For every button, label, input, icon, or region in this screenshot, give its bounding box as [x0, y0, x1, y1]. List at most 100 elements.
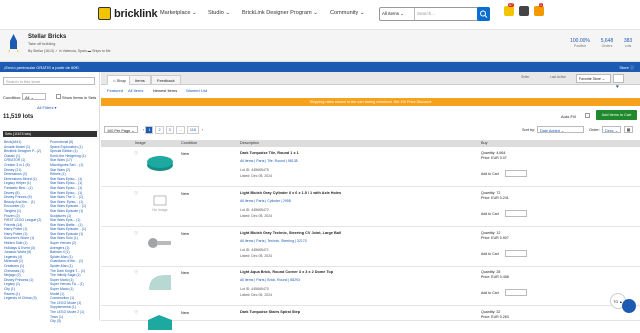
heart-button[interactable]: ♥	[613, 74, 624, 90]
add-items-to-cart-button[interactable]: Add Items to Cart	[596, 110, 637, 120]
page-3-button[interactable]: 3	[165, 126, 174, 134]
tab-items[interactable]: Items	[129, 75, 151, 85]
sidebar-search-input[interactable]: Search in this store	[3, 77, 95, 85]
sort-select[interactable]: Date Added ⌄	[537, 126, 584, 133]
grid-view-toggle[interactable]: ▦	[624, 126, 633, 133]
link-featured[interactable]: Featured	[107, 88, 123, 93]
table-header: Image Condition Description Buy	[101, 140, 640, 147]
category-item[interactable]: Legends of Chima (3)	[4, 296, 50, 301]
item-category-links[interactable]: All Items | Parts | Brick, Round | 88293	[240, 278, 300, 282]
nav-marketplace[interactable]: Marketplace ⌄	[160, 10, 197, 16]
per-page-select[interactable]: 100 Per Page ⌄	[104, 126, 138, 133]
stat-orders: 5,648 Orders	[600, 38, 614, 48]
logo-icon	[98, 7, 111, 20]
favorite-store-button[interactable]: Favorite Store ⌄	[576, 74, 611, 83]
item-category-links[interactable]: All Items | Parts | Technic, Steering | …	[240, 239, 307, 243]
sets-header: Sets (11674 lots)	[3, 131, 97, 137]
link-wanted-list[interactable]: Wanted List	[186, 88, 207, 93]
item-title[interactable]: Light Bluish Gray Cylinder 6 x 6 x 1.5 /…	[240, 191, 341, 195]
heart-icon[interactable]: ♡	[134, 310, 138, 316]
sort-label: Sort by:	[522, 128, 536, 132]
all-filters-link[interactable]: All Filters ▾	[37, 105, 57, 110]
wanted-list-icon[interactable]	[504, 6, 514, 16]
nav-studio[interactable]: Studio ⌄	[208, 10, 230, 16]
heart-icon[interactable]: ♡	[134, 231, 138, 237]
heart-icon: ♥	[616, 84, 619, 90]
item-image[interactable]	[145, 153, 175, 173]
seller-stat: Seller	[521, 75, 530, 79]
search-bar: All items ⌄ Search...	[379, 7, 490, 21]
item-quantity: Quantity: 32	[481, 310, 501, 314]
search-button[interactable]	[477, 7, 490, 21]
table-row: ♡ New Light Aqua Brick, Round Corner 3 x 3…	[101, 266, 640, 306]
teal-round-tile-icon	[145, 156, 175, 174]
search-category-select[interactable]: All items ⌄	[380, 8, 415, 20]
item-listed-date: Listed: Dec 05, 2024	[240, 293, 273, 297]
next-page-button[interactable]: ›	[201, 128, 203, 132]
item-title[interactable]: Dark Turquoise Stairs Spiral Step	[240, 310, 300, 314]
condition-select[interactable]: All ⌄	[22, 93, 46, 100]
quantity-input[interactable]	[505, 170, 527, 177]
table-row: ♡ No Image New Light Bluish Gray Cylinder 6…	[101, 187, 640, 227]
pagination: ‹ 1 2 3... 116 ›	[143, 126, 203, 134]
item-lot-id: Lot ID: 445665475	[240, 168, 269, 172]
item-image[interactable]	[145, 233, 175, 253]
link-all-items[interactable]: All Items	[128, 88, 143, 93]
grid-icon: ▦	[626, 127, 631, 132]
show-sets-checkbox[interactable]	[56, 94, 61, 99]
category-list-1: Brick(4641) Arcade Model (1) Bricklink Des…	[4, 140, 50, 301]
item-condition: New	[181, 310, 190, 315]
cart-icon[interactable]	[534, 6, 544, 16]
no-image-icon: No Image	[145, 195, 175, 214]
item-image[interactable]: No Image	[145, 193, 175, 213]
heart-icon[interactable]: ♡	[134, 191, 138, 197]
tab-feedback[interactable]: Feedback	[151, 75, 181, 85]
svg-text:No Image: No Image	[152, 208, 167, 212]
chat-help-button[interactable]	[622, 299, 636, 313]
promo-banner: ¡Envío peninsular GRATIS a partir de 60€…	[0, 62, 640, 72]
order-label: Order:	[589, 128, 600, 132]
item-listed-date: Listed: Dec 05, 2024	[240, 174, 273, 178]
user-avatar-icon[interactable]	[519, 6, 529, 16]
heart-icon[interactable]: ♡	[134, 270, 138, 276]
store-owner[interactable]: By Stellar (1613) ✓ in Valencia, Spain ▬…	[28, 49, 111, 53]
order-select[interactable]: Desc ⌄	[602, 126, 621, 133]
item-price: Price: EUR 0.458	[481, 275, 509, 279]
page-4-button[interactable]: ...	[175, 126, 185, 134]
item-title[interactable]: Dark Turquoise Tile, Round 1 x 1	[240, 151, 299, 155]
search-input[interactable]: Search...	[417, 11, 435, 16]
page-1-button[interactable]: 1	[145, 126, 154, 134]
col-condition: Condition	[181, 141, 198, 145]
col-image: Image	[135, 141, 146, 145]
item-category-links[interactable]: All Items | Parts | Cylinder | 2958	[240, 199, 291, 203]
store-info-link[interactable]: Store ⓘ	[619, 65, 634, 71]
item-condition: New	[181, 270, 190, 275]
item-price: Price: EUR 0.907	[481, 236, 509, 240]
category-item[interactable]: City (3)	[50, 319, 98, 324]
category-list-2: Promotional (6) Space Exploration (1) Spec…	[50, 140, 98, 324]
table-row: ♡ New Dark Turquoise Tile, Round 1 x 1 All …	[101, 147, 640, 187]
item-image[interactable]	[145, 312, 175, 332]
item-title[interactable]: Light Aqua Brick, Round Corner 3 x 3 x 2…	[240, 270, 333, 274]
item-quantity: Quantity: 12	[481, 231, 501, 235]
condition-label: Condition:	[3, 95, 22, 100]
quantity-input[interactable]	[505, 210, 527, 217]
quantity-input[interactable]	[505, 289, 527, 296]
promo-text: ¡Envío peninsular GRATIS a partir de 60€…	[4, 65, 79, 70]
item-title[interactable]: Light Bluish Gray Technic, Steering CV J…	[240, 231, 341, 235]
nav-community[interactable]: Community ⌄	[330, 10, 365, 16]
last-active-stat: Last Active	[550, 75, 566, 79]
page-5-button[interactable]: 116	[186, 126, 199, 134]
table-row: ♡ New Light Bluish Gray Technic, Steering …	[101, 227, 640, 267]
nav-designer-program[interactable]: BrickLink Designer Program ⌄	[242, 10, 318, 16]
item-category-links[interactable]: All Items | Parts | Tile, Round | 98138	[240, 159, 298, 163]
auto-fill-label: Auto-Fill	[561, 114, 576, 119]
home-icon: ⌂	[113, 78, 116, 83]
heart-icon[interactable]: ♡	[134, 151, 138, 157]
bricklink-logo[interactable]: bricklink	[98, 7, 158, 20]
auto-fill-checkbox[interactable]	[585, 113, 590, 118]
link-newest-items[interactable]: Newest Items	[153, 88, 177, 93]
page-2-button[interactable]: 2	[155, 126, 164, 134]
item-image[interactable]	[145, 272, 175, 292]
quantity-input[interactable]	[505, 250, 527, 257]
